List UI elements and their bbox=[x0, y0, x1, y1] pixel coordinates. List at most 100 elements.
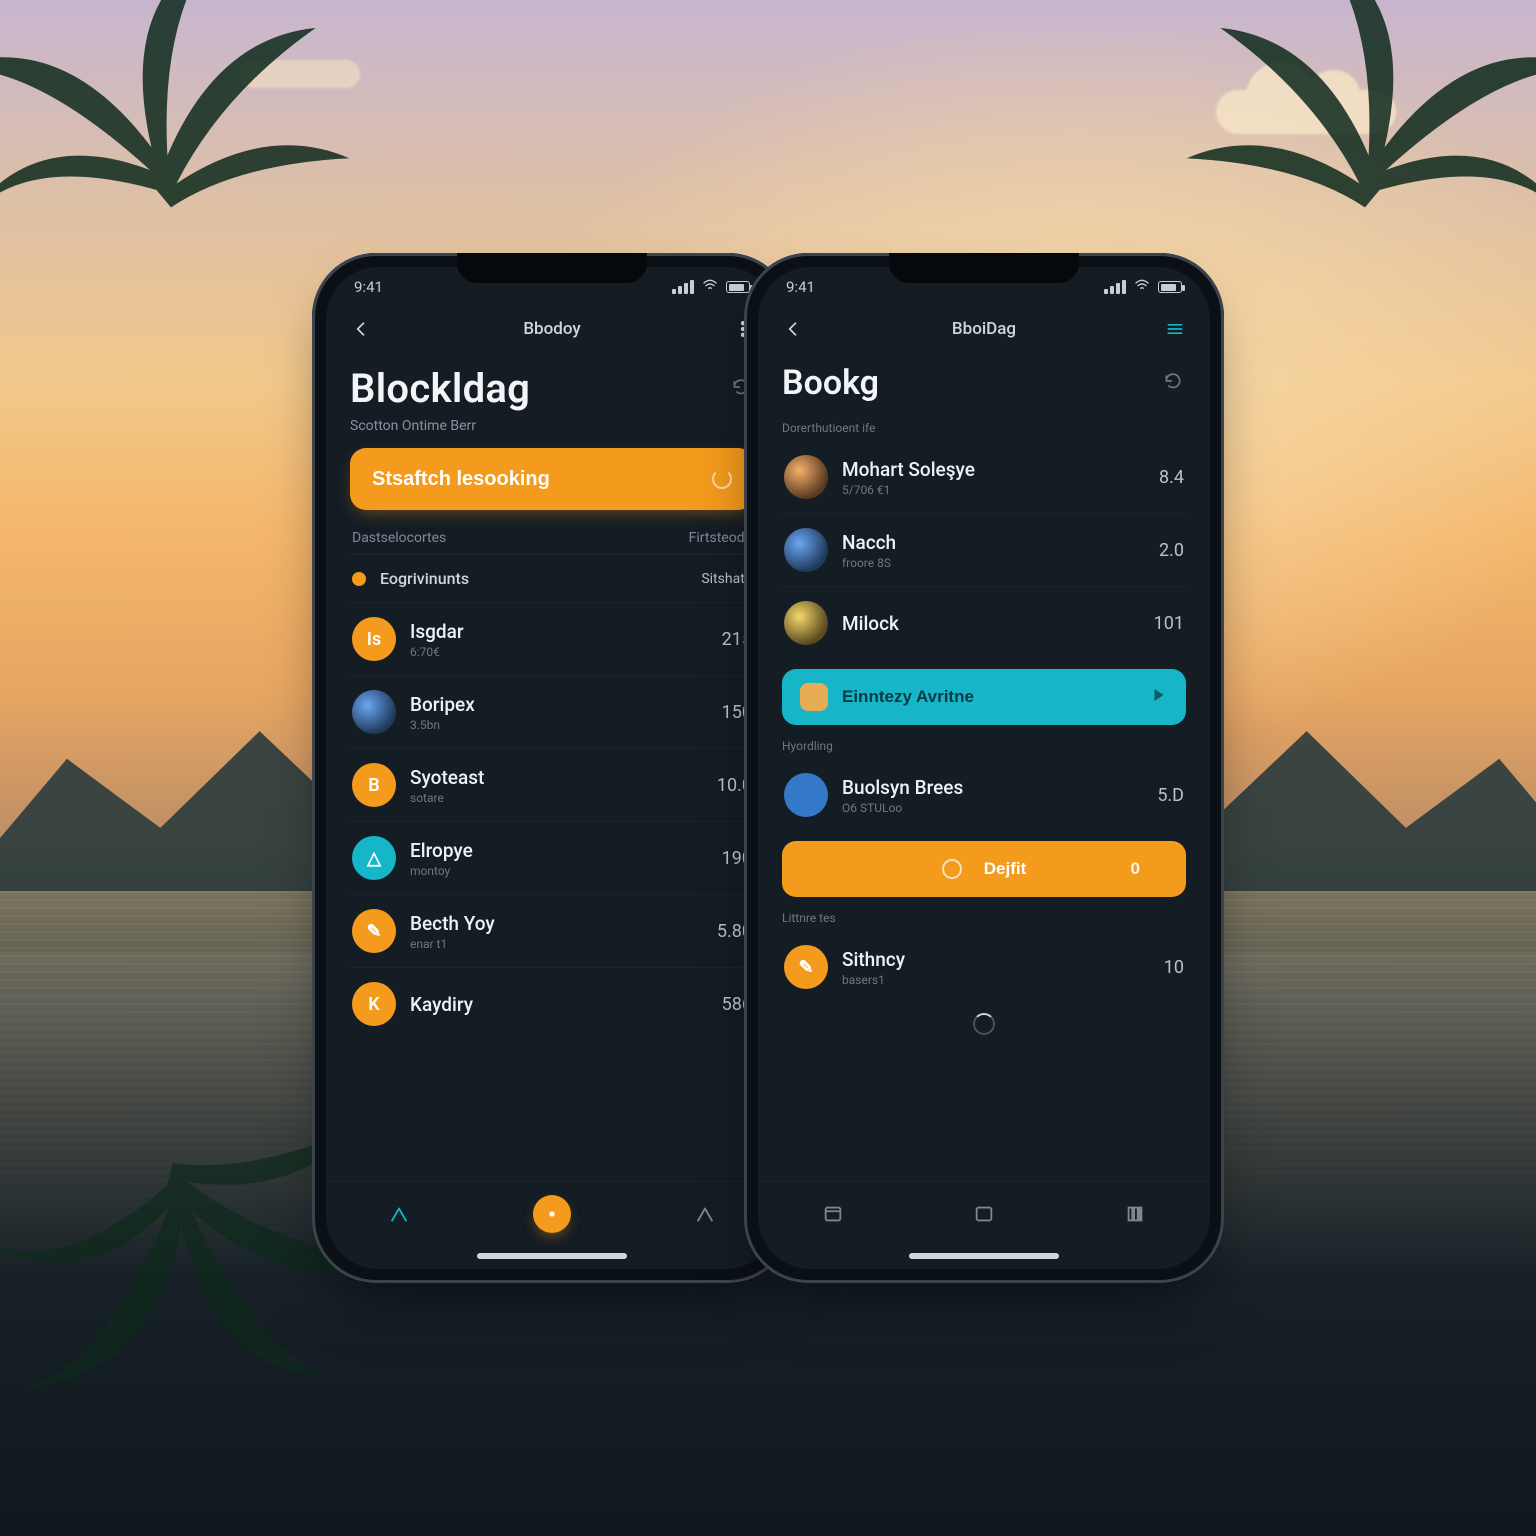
status-time: 9:41 bbox=[786, 278, 815, 296]
list-item[interactable]: Boripex3.5bn150 bbox=[350, 676, 754, 749]
deposit-leading-icon bbox=[942, 859, 962, 879]
signal-icon bbox=[672, 280, 694, 294]
featured-action-button[interactable]: Einntezy Avritne bbox=[782, 669, 1186, 725]
primary-search-button[interactable]: Stsaftch lesooking bbox=[350, 448, 754, 510]
list-item-text: Boripex3.5bn bbox=[410, 693, 708, 732]
avatar bbox=[784, 773, 828, 817]
list-header-row[interactable]: Eogrivinunts Sitshats bbox=[350, 555, 754, 603]
list-item[interactable]: Buolsyn Brees O6 STULoo 5.D bbox=[782, 759, 1186, 831]
avatar: △ bbox=[352, 836, 396, 880]
tab-bar bbox=[326, 1181, 778, 1245]
avatar bbox=[784, 455, 828, 499]
status-time: 9:41 bbox=[354, 278, 383, 296]
list-item[interactable]: ✎Sithncybasers110 bbox=[782, 931, 1186, 1003]
list-item-title: Isgdar bbox=[410, 620, 708, 643]
wifi-icon bbox=[702, 277, 718, 297]
tab-center-action[interactable] bbox=[533, 1195, 571, 1233]
list-item-value: 101 bbox=[1154, 613, 1184, 634]
list-item-subtitle: O6 STULoo bbox=[842, 801, 1143, 815]
list-item[interactable]: Nacch froore 8S 2.0 bbox=[782, 514, 1186, 587]
list-item[interactable]: BSyoteastsotare10.0 bbox=[350, 749, 754, 822]
wifi-icon bbox=[1134, 277, 1150, 297]
featured-action-leading-icon bbox=[800, 683, 828, 711]
avatar: K bbox=[352, 982, 396, 1026]
list-item-text: Elropyemontoy bbox=[410, 839, 708, 878]
list-item-subtitle: froore 8S bbox=[842, 556, 1145, 570]
tab-browse[interactable] bbox=[973, 1203, 995, 1225]
list-item-text: Buolsyn Brees O6 STULoo bbox=[842, 776, 1143, 815]
list-item-value: 5.D bbox=[1157, 785, 1184, 806]
list-item-text: Nacch froore 8S bbox=[842, 531, 1145, 570]
avatar: ✎ bbox=[352, 909, 396, 953]
list-item-title: Milock bbox=[842, 612, 1140, 635]
battery-icon bbox=[1158, 281, 1182, 293]
section-label: Littnre tes bbox=[782, 911, 1186, 925]
list-item-text: Sithncybasers1 bbox=[842, 948, 1150, 987]
list-item-title: Syoteast bbox=[410, 766, 703, 789]
deposit-button[interactable]: Dejfit 0 bbox=[782, 841, 1186, 897]
avatar: B bbox=[352, 763, 396, 807]
list-item[interactable]: KKaydiry586 bbox=[350, 968, 754, 1040]
list-item[interactable]: Milock 101 bbox=[782, 587, 1186, 659]
screen-right: 9:41 BboiDag Bookg bbox=[758, 267, 1210, 1269]
list-item-title: Mohart Soleşye bbox=[842, 458, 1145, 481]
list-item-text: Milock bbox=[842, 612, 1140, 635]
tab-bar bbox=[758, 1181, 1210, 1245]
tab-inbox[interactable] bbox=[822, 1203, 844, 1225]
tab-explore[interactable] bbox=[694, 1203, 716, 1225]
destination-list: IsIsgdar6:70€215Boripex3.5bn150BSyoteast… bbox=[350, 603, 754, 1040]
holding-list: Buolsyn Brees O6 STULoo 5.D bbox=[782, 759, 1186, 831]
subtitle: Dorerthutioent ife bbox=[782, 421, 1186, 435]
primary-search-button-label: Stsaftch lesooking bbox=[372, 468, 550, 491]
list-item-title: Buolsyn Brees bbox=[842, 776, 1143, 799]
list-item-subtitle: montoy bbox=[410, 864, 708, 878]
nav-title: Bbodoy bbox=[523, 319, 580, 339]
list-item[interactable]: ✎Becth Yoyenar t15.80 bbox=[350, 895, 754, 968]
deposit-button-trail: 0 bbox=[1131, 859, 1140, 879]
list-item-value: 2.0 bbox=[1159, 540, 1184, 561]
avatar bbox=[784, 601, 828, 645]
list-item[interactable]: △Elropyemontoy190 bbox=[350, 822, 754, 895]
list-item-text: Syoteast sotare bbox=[410, 766, 703, 805]
phone-mock-left: 9:41 Bbodoy Blockldag bbox=[312, 253, 792, 1283]
home-indicator bbox=[477, 1253, 627, 1259]
back-icon[interactable] bbox=[348, 316, 374, 342]
section-header-row: Dastselocortes Firtsteode bbox=[350, 510, 754, 555]
list-item-value: 10 bbox=[1164, 957, 1184, 978]
list-item-text: Isgdar6:70€ bbox=[410, 620, 708, 659]
section-header-right: Firtsteode bbox=[689, 530, 752, 546]
nav-bar: BboiDag bbox=[758, 307, 1210, 351]
section-label: Hyordling bbox=[782, 739, 1186, 753]
app-title: Bookg bbox=[782, 363, 879, 403]
avatar bbox=[352, 690, 396, 734]
menu-icon[interactable] bbox=[1162, 316, 1188, 342]
featured-action-trailing-icon bbox=[1150, 686, 1168, 709]
phone-notch bbox=[889, 253, 1079, 283]
tab-home[interactable] bbox=[388, 1203, 410, 1225]
status-icons bbox=[1104, 277, 1182, 297]
home-indicator bbox=[909, 1253, 1059, 1259]
avatar: Is bbox=[352, 617, 396, 661]
app-title: Blockldag bbox=[350, 365, 530, 412]
list-item-subtitle: 5/706 €1 bbox=[842, 483, 1145, 497]
nav-title: BboiDag bbox=[952, 319, 1016, 339]
screen-left: 9:41 Bbodoy Blockldag bbox=[326, 267, 778, 1269]
back-icon[interactable] bbox=[780, 316, 806, 342]
refresh-icon[interactable] bbox=[1160, 368, 1186, 394]
tab-library[interactable] bbox=[1124, 1203, 1146, 1225]
list-item-title: Kaydiry bbox=[410, 993, 708, 1016]
list-item-subtitle: sotare bbox=[410, 791, 703, 805]
phone-notch bbox=[457, 253, 647, 283]
avatar bbox=[784, 528, 828, 572]
contacts-list: Mohart Soleşye5/706 €18.4Nacchfroore 8S2… bbox=[782, 441, 1186, 659]
list-item-title: Nacch bbox=[842, 531, 1145, 554]
subtitle: Scotton Ontime Berr bbox=[350, 418, 754, 434]
list-item-subtitle: 3.5bn bbox=[410, 718, 708, 732]
loading-icon bbox=[973, 1013, 995, 1035]
bullet-icon bbox=[352, 572, 366, 586]
list-item-subtitle: basers1 bbox=[842, 973, 1150, 987]
list-item[interactable]: IsIsgdar6:70€215 bbox=[350, 603, 754, 676]
deposit-button-label: Dejfit bbox=[984, 859, 1027, 879]
list-item-text: Mohart Soleşye 5/706 €1 bbox=[842, 458, 1145, 497]
list-item[interactable]: Mohart Soleşye5/706 €18.4 bbox=[782, 441, 1186, 514]
